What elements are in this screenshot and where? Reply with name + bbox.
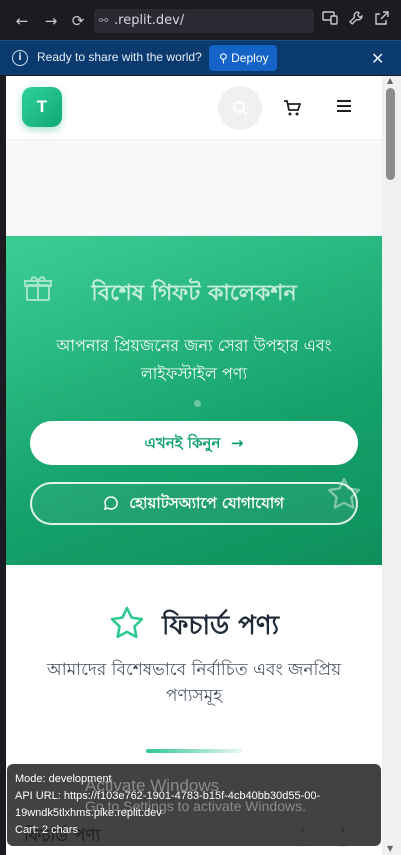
- star-icon: [110, 606, 144, 639]
- hero-banner: বিশেষ গিফট কালেকশন আপনার প্রিয়জনের জন্য…: [6, 236, 382, 565]
- logo[interactable]: T: [22, 87, 62, 127]
- deploy-button[interactable]: ⚲ Deploy: [209, 45, 277, 71]
- featured-heading: ফিচার্ড পণ্য: [6, 605, 382, 649]
- address-bar[interactable]: ⚯ .replit.dev/: [94, 9, 314, 33]
- share-banner: i Ready to share with the world? ⚲ Deplo…: [0, 40, 401, 75]
- site-header: T: [6, 76, 382, 140]
- shop-now-label: এখনই কিনুন: [144, 434, 221, 452]
- search-icon: [233, 101, 248, 116]
- featured-description: আমাদের বিশেষভাবে নির্বাচিত এবং জনপ্রিয় …: [46, 660, 342, 706]
- devices-icon[interactable]: [320, 11, 340, 31]
- hero-subtitle: আপনার প্রিয়জনের জন্য সেরা উপহার এবং লাই…: [56, 336, 332, 383]
- link-icon: ⚯: [99, 14, 109, 27]
- whatsapp-label: হোয়াটসঅ্যাপে যোগাযোগ: [129, 494, 285, 512]
- chat-bubble-icon: [103, 496, 118, 511]
- reload-icon[interactable]: ⟳: [68, 11, 88, 31]
- url-text: .replit.dev/: [114, 13, 185, 28]
- wrench-icon[interactable]: [346, 11, 366, 31]
- close-icon[interactable]: ✕: [371, 49, 384, 68]
- page-viewport: T বিশেষ গিফট কালেকশন আপনার প্রিয়জনের জন…: [6, 76, 382, 855]
- arrow-right-icon: →: [230, 434, 244, 452]
- search-button[interactable]: [218, 86, 262, 130]
- forward-icon[interactable]: →: [41, 11, 61, 31]
- scroll-down-icon[interactable]: ▼: [387, 844, 393, 853]
- scrollbar-thumb[interactable]: [386, 88, 395, 180]
- shop-now-button[interactable]: এখনই কিনুন →: [30, 421, 358, 465]
- hero-title: বিশেষ গিফট কালেকশন: [91, 281, 297, 306]
- whatsapp-contact-button[interactable]: হোয়াটসঅ্যাপে যোগাযোগ: [30, 482, 358, 525]
- featured-heading-text: ফিচার্ড পণ্য: [161, 611, 280, 641]
- back-icon[interactable]: ←: [12, 11, 32, 31]
- dev-cart: Cart: 2 chars: [15, 824, 78, 836]
- watermark-line-1: Activate Windows: [85, 776, 220, 795]
- deploy-label: Deploy: [231, 51, 269, 65]
- scroll-up-icon[interactable]: ▲: [387, 76, 393, 85]
- banner-message: Ready to share with the world?: [37, 50, 202, 64]
- deploy-icon: ⚲: [219, 51, 228, 65]
- cart-button[interactable]: [282, 98, 302, 118]
- cart-icon: [284, 100, 301, 116]
- browser-toolbar: ← → ⟳ ⚯ .replit.dev/: [0, 0, 401, 40]
- scrollbar[interactable]: ▲ ▼: [382, 76, 401, 855]
- menu-button[interactable]: [336, 98, 352, 114]
- star-outline-icon: [327, 477, 361, 509]
- activate-windows-watermark: Activate Windows Go to Settings to activ…: [85, 776, 306, 814]
- hamburger-icon: [337, 100, 351, 112]
- decor-dot: [194, 400, 201, 407]
- open-external-icon[interactable]: [372, 11, 392, 31]
- section-divider: [146, 749, 242, 753]
- info-icon: i: [12, 50, 28, 66]
- watermark-line-2: Go to Settings to activate Windows.: [85, 798, 306, 814]
